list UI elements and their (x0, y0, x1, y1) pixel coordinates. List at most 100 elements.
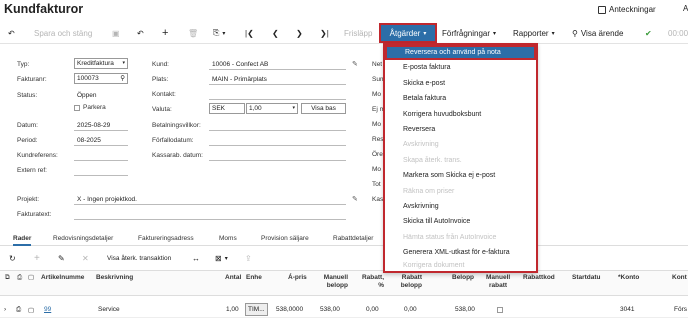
menu-item-generera-xml[interactable]: Generera XML-utkast för e-faktura (385, 245, 536, 260)
col-artikelnummer[interactable]: Artikelnumme (41, 274, 84, 282)
cell-rabatt-pct: 0,00 (366, 306, 379, 313)
refresh-icon[interactable]: ↻ (9, 251, 16, 265)
fit-columns-icon[interactable]: ↔ (192, 251, 200, 265)
tab-rabattdetaljer[interactable]: Rabattdetaljer (333, 235, 373, 242)
menu-item-reversera-nota[interactable]: Reversera och använd på nota (385, 45, 536, 61)
betvillkor-input[interactable] (209, 121, 346, 131)
col-enhet[interactable]: Enhe (246, 274, 262, 282)
menu-item-avskrivning[interactable]: Avskrivning (385, 199, 536, 214)
valuta-input[interactable]: SEK (209, 103, 245, 114)
fakturatext-label: Fakturatext: (17, 211, 52, 218)
edit-icon[interactable]: ✎ (352, 195, 358, 203)
last-icon[interactable]: ❯| (320, 26, 329, 40)
fakturanr-input[interactable]: 100073 ⚲ (74, 73, 128, 84)
kontakt-input[interactable] (209, 90, 346, 100)
menu-item-rakna-om-priser: Räkna om priser (403, 187, 455, 195)
col-manuell-belopp[interactable]: Manuell belopp (318, 274, 348, 290)
rapporter-label: Rapporter (513, 28, 549, 38)
notes-link[interactable]: Anteckningar (598, 5, 656, 14)
col-belopp[interactable]: Belopp (452, 274, 474, 282)
atgarder-menu-button[interactable]: Åtgärder ▾ (379, 23, 437, 43)
table-row[interactable]: › ⎙ ▢ 99 Service 1,00 TIM... 538,0000 53… (0, 302, 688, 318)
menu-item-betala-faktura[interactable]: Betala faktura (385, 91, 536, 106)
row-pointer-icon: › (4, 306, 7, 313)
visa-arende-label: Visa ärende (580, 28, 624, 38)
menu-item-markera-ej-epost[interactable]: Markera som Skicka ej e-post (385, 168, 536, 183)
col-konto[interactable]: *Konto (618, 274, 639, 282)
fakturatext-input[interactable] (74, 210, 346, 220)
revert-icon[interactable]: ↶ (137, 26, 144, 40)
col-rabatt-pct[interactable]: Rabatt, % (360, 274, 384, 290)
artikel-link[interactable]: 99 (44, 306, 51, 313)
copy-icon[interactable]: ⎘ ▾ (213, 26, 225, 40)
search-icon[interactable]: ⚲ (120, 74, 125, 83)
col-rabatt-belopp[interactable]: Rabatt belopp (396, 274, 422, 290)
tab-faktureringsadress[interactable]: Faktureringsadress (138, 235, 194, 242)
cell-apris: 538,0000 (276, 306, 304, 313)
col-beskrivning[interactable]: Beskrivning (96, 274, 133, 282)
grid-toolbar: ↻ + ✎ ✕ Visa återk. transaktion ↔ ⊠ ▾ ⇪ (0, 250, 688, 266)
menu-item-korrigera-dokument: Korrigera dokument (403, 261, 465, 269)
cell-antal: 1,00 (226, 306, 239, 313)
frislapp-button[interactable]: Frisläpp (344, 26, 372, 40)
col-startdatum[interactable]: Startdatu (572, 274, 601, 282)
col-antal[interactable]: Antal (225, 274, 241, 282)
edit-icon[interactable]: ✎ (58, 251, 65, 265)
next-icon[interactable]: ❯ (296, 26, 303, 40)
delete-icon[interactable]: 🗑 (188, 26, 198, 40)
col-apris[interactable]: Á-pris (288, 274, 307, 282)
notes-icon (598, 5, 606, 14)
status-label: Status: (17, 92, 38, 99)
kurs-value: 1,00 (249, 105, 262, 112)
prev-icon[interactable]: ❮ (272, 26, 279, 40)
manuell-rabatt-checkbox[interactable] (497, 307, 503, 313)
forfragningar-menu[interactable]: Förfrågningar ▾ (442, 26, 496, 40)
cell-konto: 3041 (620, 306, 635, 313)
first-icon[interactable]: |❮ (245, 26, 254, 40)
menu-item-reversera[interactable]: Reversera (385, 122, 536, 137)
tab-provision-saljare[interactable]: Provision säljare (261, 235, 309, 242)
externref-input[interactable] (74, 166, 128, 176)
delete-row-icon[interactable]: ✕ (82, 251, 89, 265)
projekt-underline (74, 195, 346, 205)
add-icon[interactable]: + (162, 26, 168, 40)
tab-rader[interactable]: Rader (13, 235, 32, 246)
visa-aterk-button[interactable]: Visa återk. transaktion (107, 251, 171, 265)
menu-item-korrigera-huvudboksbunt[interactable]: Korrigera huvudboksbunt (385, 107, 536, 122)
save-close-button[interactable]: Spara och stäng (34, 26, 92, 40)
chevron-down-icon: ▾ (423, 30, 427, 37)
right-label: Kas (372, 196, 384, 203)
menu-item-eposta-faktura[interactable]: E-posta faktura (385, 60, 536, 75)
visa-arende-button[interactable]: ⚲ Visa ärende (572, 26, 623, 40)
kundref-input[interactable] (74, 151, 128, 161)
save-icon[interactable]: ▣ (112, 26, 120, 40)
check-icon[interactable]: ✔ (645, 26, 652, 40)
add-row-icon[interactable]: + (34, 251, 40, 265)
projekt-label: Projekt: (17, 196, 40, 203)
visa-bas-button[interactable]: Visa bas (301, 103, 346, 114)
plats-label: Plats: (152, 76, 169, 83)
tab-redovisningsdetaljer[interactable]: Redovisningsdetaljer (53, 235, 113, 242)
cell-rabatt-belopp: 0,00 (404, 306, 417, 313)
kassarab-input[interactable] (209, 151, 346, 161)
edit-icon[interactable]: ✎ (352, 60, 358, 68)
menu-item-skicka-epost[interactable]: Skicka e-post (385, 76, 536, 91)
undo-icon[interactable]: ↶ (8, 26, 15, 40)
forfragningar-label: Förfrågningar (442, 28, 491, 38)
excel-export-icon[interactable]: ⊠ ▾ (215, 251, 228, 265)
right-label: Net (372, 61, 383, 68)
col-kontobeskr[interactable]: Kont (672, 274, 687, 282)
parkera-checkbox[interactable] (74, 105, 80, 111)
forfallo-input[interactable] (209, 136, 346, 146)
col-rabattkod[interactable]: Rabattkod (523, 274, 555, 282)
upload-icon[interactable]: ⇪ (245, 251, 252, 265)
typ-select[interactable]: Kreditfaktura ▾ (74, 58, 128, 69)
tab-moms[interactable]: Moms (219, 235, 237, 242)
col-manuell-rabatt[interactable]: Manuell rabatt (486, 274, 510, 290)
typ-label: Typ: (17, 61, 30, 68)
kurs-input[interactable]: 1,00 ▾ (246, 103, 298, 114)
chevron-down-icon: ▾ (493, 30, 497, 37)
rapporter-menu[interactable]: Rapporter ▾ (513, 26, 555, 40)
cell-enhet[interactable]: TIM... (245, 303, 268, 316)
menu-item-skicka-autoinvoice[interactable]: Skicka till AutoInvoice (385, 214, 536, 229)
